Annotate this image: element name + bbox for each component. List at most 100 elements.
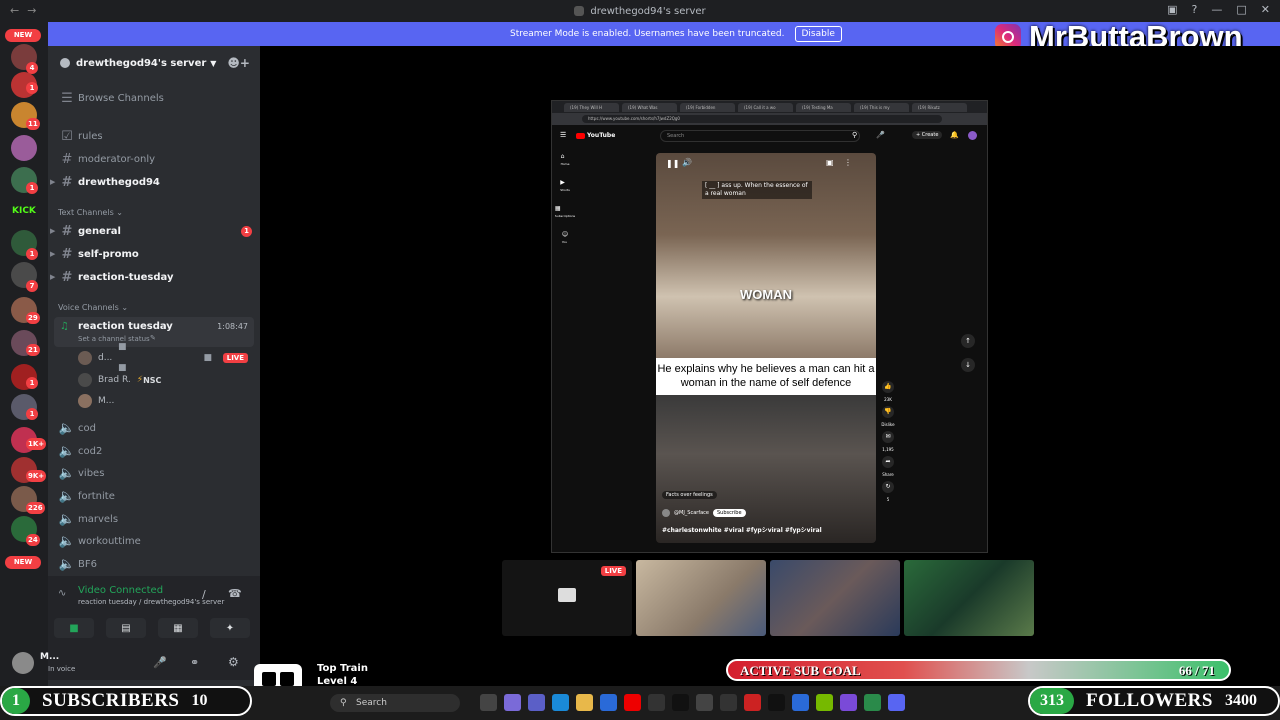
teams-icon[interactable]	[528, 694, 545, 711]
shorts-nav[interactable]: ▶ Shorts	[560, 179, 570, 193]
category-voice-channels[interactable]: Voice Channels ⌄	[58, 303, 128, 312]
copilot-icon[interactable]	[504, 694, 521, 711]
activities-button[interactable]: ▦	[158, 618, 198, 638]
close-icon[interactable]: ✕	[1261, 3, 1270, 16]
voice-channel-bf6[interactable]: 🔈 BF6	[58, 554, 254, 574]
pause-icon[interactable]: ❚❚	[666, 159, 679, 168]
channel-avatar[interactable]	[662, 509, 670, 517]
nvidia-icon[interactable]	[816, 694, 833, 711]
browse-channels[interactable]: ☰ Browse Channels	[58, 88, 254, 108]
maximize-icon[interactable]: □	[1236, 3, 1246, 16]
browser-tab[interactable]: (19) This is my	[854, 102, 909, 112]
app-icon[interactable]	[792, 694, 809, 711]
browser-tab[interactable]: (19) Testing Ma	[796, 102, 851, 112]
soundboard-button[interactable]: ✦	[210, 618, 250, 638]
inbox-icon[interactable]: ▣	[1167, 3, 1177, 16]
you-nav[interactable]: ☺ You	[562, 231, 568, 245]
channel-general[interactable]: ▶ # general 1	[50, 221, 254, 241]
headphones-icon[interactable]: ⚭	[190, 656, 199, 669]
server-header[interactable]: drewthegod94's server ▼ ☻+	[48, 46, 260, 80]
voice-user-3[interactable]: M... ■	[78, 363, 254, 410]
channel-handle[interactable]: @MJ_Scarface	[674, 510, 709, 516]
comment-icon[interactable]: ✉	[882, 431, 894, 443]
voice-channel-fortnite[interactable]: 🔈 fortnite	[58, 486, 254, 506]
volume-icon[interactable]: 🔊	[682, 158, 692, 167]
chrome-icon[interactable]	[864, 694, 881, 711]
video-tile-user-2[interactable]	[770, 560, 900, 636]
capcut-icon[interactable]	[768, 694, 785, 711]
youtube-logo[interactable]: YouTube	[576, 132, 615, 139]
like-icon[interactable]: 👍	[882, 381, 894, 393]
scroll-up-icon[interactable]: ↑	[961, 334, 975, 348]
disable-button[interactable]: Disable	[794, 26, 842, 42]
search-icon[interactable]: ⚲	[852, 131, 857, 139]
hamburger-menu-icon[interactable]: ☰	[560, 131, 566, 139]
signal-icon[interactable]: ∿	[58, 588, 66, 599]
voice-channel-cod2[interactable]: 🔈 cod2	[58, 441, 254, 461]
tiktok-icon[interactable]	[672, 694, 689, 711]
discord-icon[interactable]	[888, 694, 905, 711]
channel-rules[interactable]: ☑ rules	[58, 126, 254, 146]
invite-people-icon[interactable]: ☻+	[227, 56, 250, 70]
remix-icon[interactable]: ↻	[882, 481, 894, 493]
sound-chip[interactable]: Facts over feelings	[662, 491, 717, 499]
channel-moderator-only[interactable]: # moderator-only	[58, 149, 254, 169]
game-icon[interactable]	[720, 694, 737, 711]
record-icon[interactable]	[744, 694, 761, 711]
browser-tab[interactable]: (19) Call it a wo	[738, 102, 793, 112]
voice-channel-vibes[interactable]: 🔈 vibes	[58, 463, 254, 483]
subscribe-button[interactable]: Subscribe	[712, 509, 746, 517]
obs-icon[interactable]	[696, 694, 713, 711]
channel-reaction-tuesday[interactable]: ▶ # reaction-tuesday	[50, 267, 254, 287]
microphone-icon[interactable]: 🎤	[153, 656, 167, 669]
voice-channel-marvels[interactable]: 🔈 marvels	[58, 509, 254, 529]
browser-tab[interactable]: (19) They Will H	[564, 102, 619, 112]
help-icon[interactable]: ?	[1192, 3, 1198, 16]
channel-drewthegod94[interactable]: ▶ # drewthegod94	[50, 172, 254, 192]
home-nav[interactable]: ⌂ Home	[561, 153, 570, 167]
account-avatar[interactable]	[968, 131, 977, 140]
video-tile-screenshare[interactable]: LIVE	[502, 560, 632, 636]
youtube-search-input[interactable]: Search	[660, 130, 860, 142]
captions-icon[interactable]: ▣	[826, 158, 834, 167]
video-tile-user-1[interactable]	[636, 560, 766, 636]
voice-search-icon[interactable]: 🎤	[876, 131, 885, 139]
channel-self-promo[interactable]: ▶ # self-promo	[50, 244, 254, 264]
noise-suppression-icon[interactable]: ∕	[202, 588, 206, 601]
browser-tab[interactable]: (19) Rikutz	[912, 102, 967, 112]
shared-screen-browser[interactable]: (19) They Will H (19) What Was (19) Forb…	[551, 100, 988, 553]
voice-channel-cod[interactable]: 🔈 cod	[58, 418, 254, 438]
more-options-icon[interactable]: ⋮	[844, 158, 852, 167]
url-field[interactable]: https://www.youtube.com/shorts/h7JwdZ2Qg…	[582, 115, 942, 123]
user-avatar[interactable]	[12, 652, 34, 674]
new-pill-top[interactable]: NEW	[5, 29, 41, 42]
hashtags[interactable]: #charlestonwhite #viral #fypシviral #fypシ…	[662, 525, 822, 534]
pencil-icon[interactable]: ✎	[150, 334, 156, 342]
streaming-app-icon[interactable]	[648, 694, 665, 711]
new-pill-bottom[interactable]: NEW	[5, 556, 41, 569]
settings-gear-icon[interactable]: ⚙	[228, 655, 239, 669]
grid-app-icon[interactable]	[840, 694, 857, 711]
server-icon-4[interactable]	[11, 135, 37, 161]
store-icon[interactable]	[600, 694, 617, 711]
browser-tab[interactable]: (19) What Was	[622, 102, 677, 112]
category-text-channels[interactable]: Text Channels ⌄	[58, 208, 123, 217]
dislike-icon[interactable]: 👎	[882, 406, 894, 418]
kick-server-label[interactable]: KICK	[12, 206, 36, 216]
notifications-icon[interactable]: 🔔	[950, 131, 959, 139]
task-view-icon[interactable]	[480, 694, 497, 711]
file-explorer-icon[interactable]	[576, 694, 593, 711]
screen-share-button[interactable]: ▤	[106, 618, 146, 638]
taskbar-search[interactable]: ⚲ Search	[330, 694, 460, 712]
short-video[interactable]: ❚❚ 🔊 ▣ ⋮ [ __ ] ass up. When the essence…	[656, 153, 876, 543]
youtube-app-icon[interactable]	[624, 694, 641, 711]
subscriptions-nav[interactable]: ▦ Subscriptions	[555, 205, 575, 219]
minimize-icon[interactable]: —	[1211, 3, 1222, 16]
disconnect-icon[interactable]: ☎	[228, 587, 242, 600]
scroll-down-icon[interactable]: ↓	[961, 358, 975, 372]
history-nav[interactable]: ←→	[10, 4, 44, 17]
video-tile-user-3[interactable]	[904, 560, 1034, 636]
voice-channel-workouttime[interactable]: 🔈 workouttime	[58, 531, 254, 551]
browser-tab[interactable]: (19) Forbidden	[680, 102, 735, 112]
edge-icon[interactable]	[552, 694, 569, 711]
